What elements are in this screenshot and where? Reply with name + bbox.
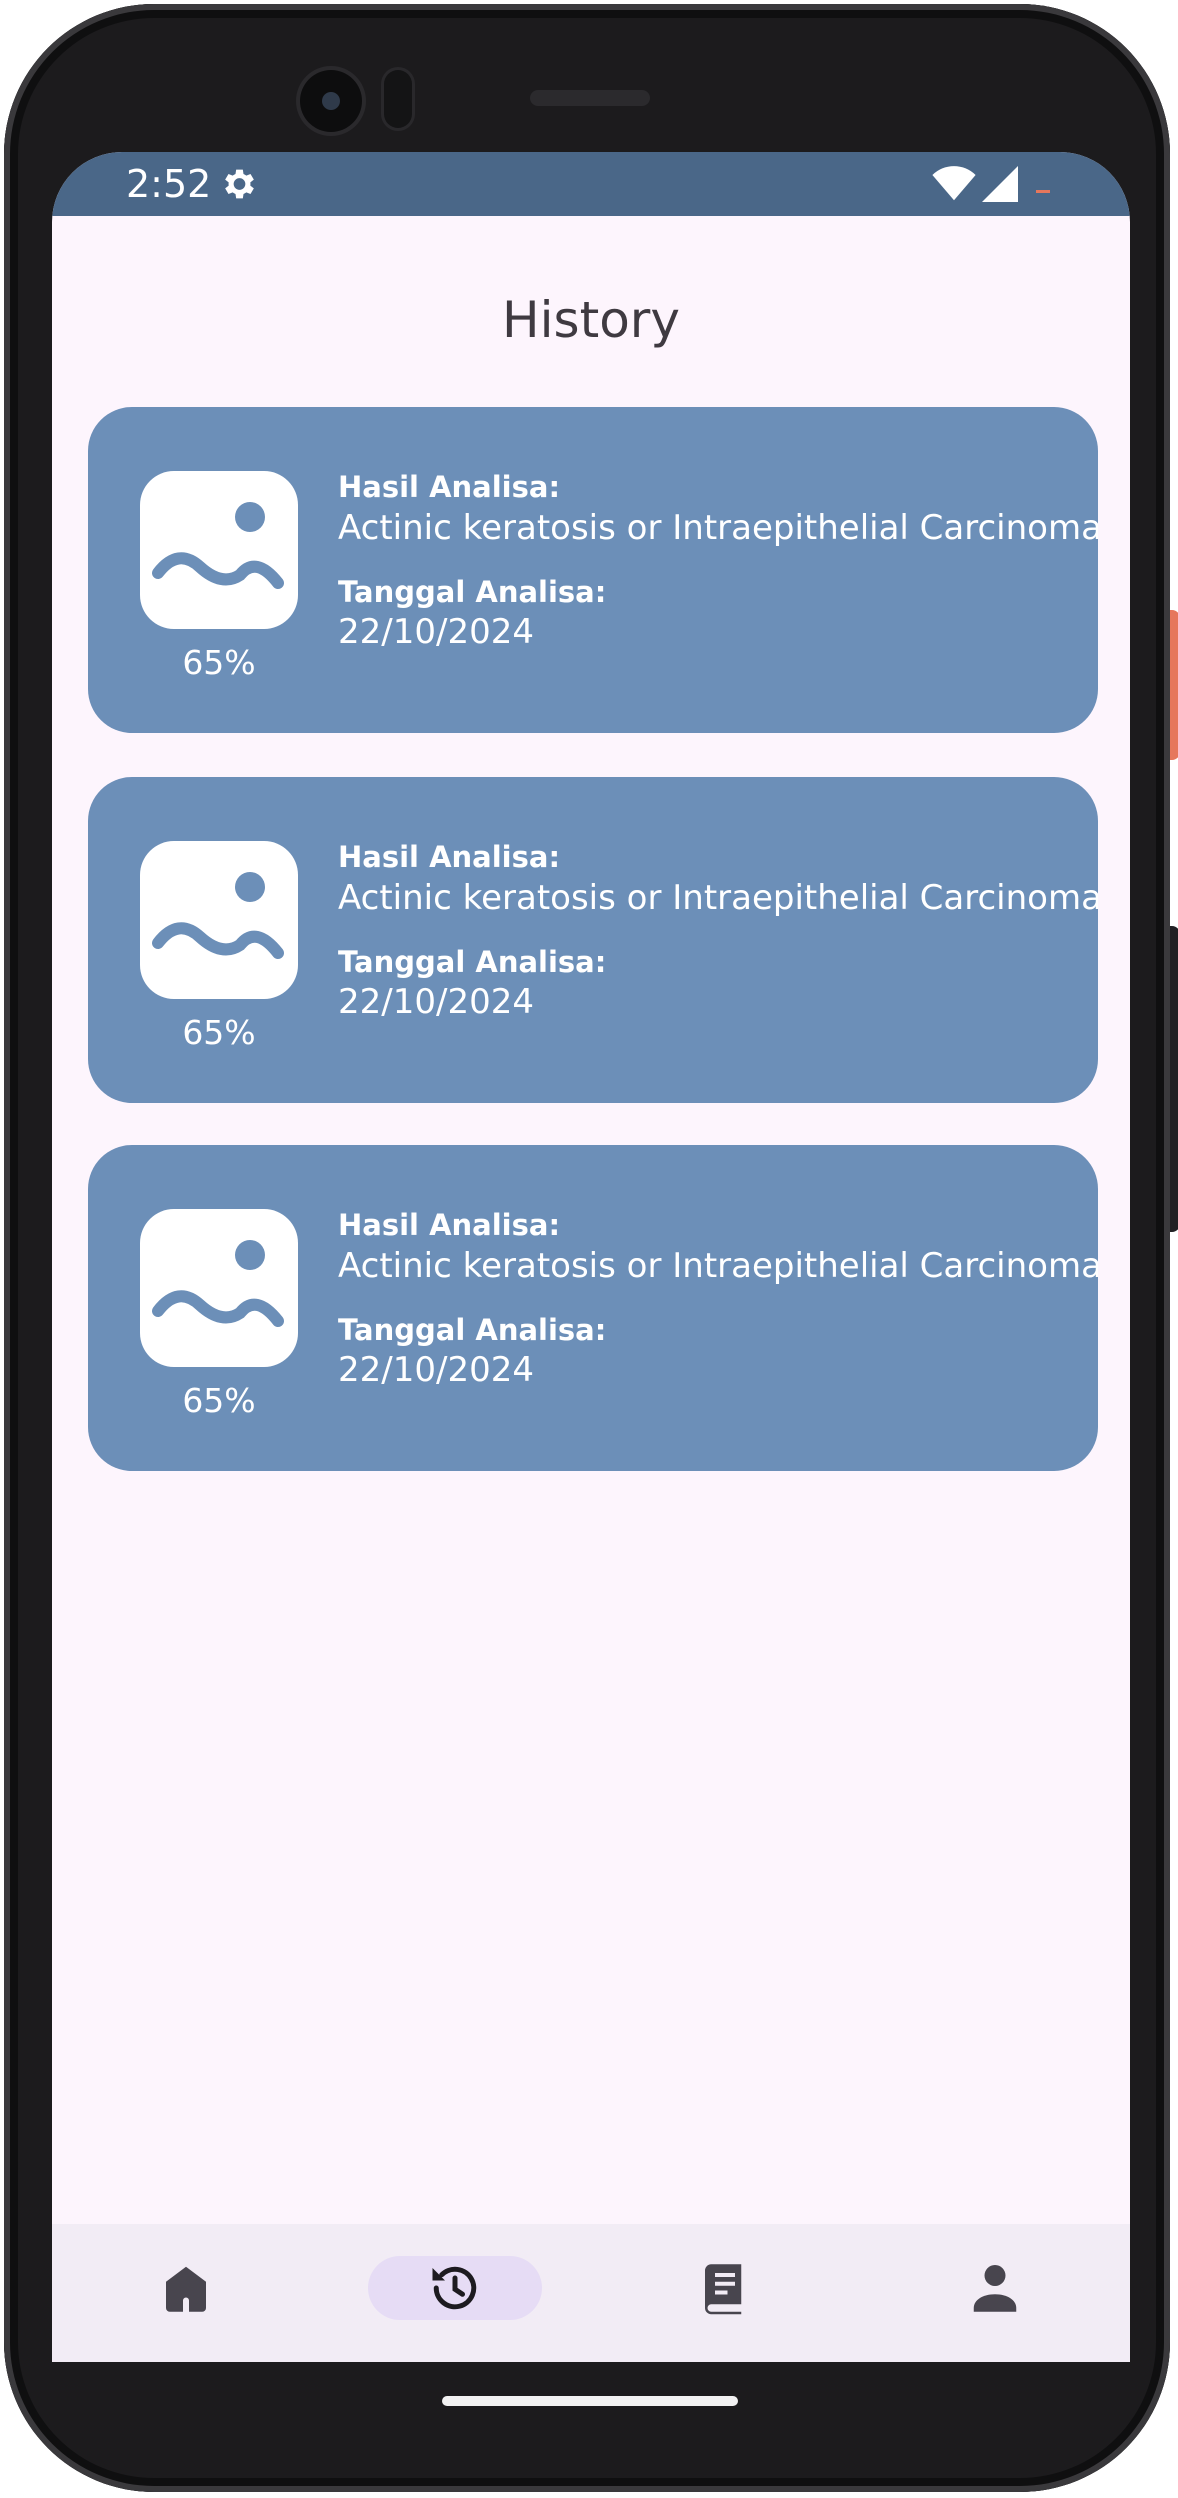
page-title: History [502, 291, 680, 349]
proximity-sensor [384, 70, 412, 128]
cell-signal-icon [982, 166, 1018, 202]
date-label: Tanggal Analisa: [338, 1313, 607, 1347]
date-value: 22/10/2024 [338, 982, 534, 1022]
result-value: Actinic keratosis or Intraepithelial Car… [338, 1246, 1098, 1286]
person-icon [973, 2265, 1017, 2312]
date-label: Tanggal Analisa: [338, 575, 607, 609]
volume-button [1170, 926, 1178, 1232]
confidence-value: 65% [182, 1013, 256, 1052]
image-placeholder-icon [140, 841, 298, 999]
book-icon [705, 2264, 742, 2315]
date-label: Tanggal Analisa: [338, 945, 607, 979]
status-time: 2:52 [126, 162, 212, 206]
history-card[interactable]: 65% Hasil Analisa: Actinic keratosis or … [88, 777, 1098, 1103]
wifi-icon [932, 166, 976, 201]
app-screen: 2:52 History 65% Hasil Analisa: Actinic … [52, 152, 1130, 2362]
result-value: Actinic keratosis or Intraepithelial Car… [338, 878, 1098, 918]
phone-frame: 2:52 History 65% Hasil Analisa: Actinic … [4, 4, 1178, 2492]
date-value: 22/10/2024 [338, 1350, 534, 1390]
battery-icon [1036, 190, 1050, 193]
nav-home[interactable] [99, 2224, 273, 2362]
result-value: Actinic keratosis or Intraepithelial Car… [338, 508, 1098, 548]
nav-history[interactable] [368, 2224, 542, 2362]
history-card[interactable]: 65% Hasil Analisa: Actinic keratosis or … [88, 1145, 1098, 1471]
gesture-navigation-bar[interactable] [442, 2396, 738, 2406]
image-placeholder-icon [140, 1209, 298, 1367]
gear-icon [225, 169, 254, 199]
result-label: Hasil Analisa: [338, 1208, 561, 1242]
confidence-value: 65% [182, 1381, 256, 1420]
history-card[interactable]: 65% Hasil Analisa: Actinic keratosis or … [88, 407, 1098, 733]
power-button [1170, 610, 1178, 760]
front-camera [300, 70, 362, 132]
status-bar: 2:52 [52, 152, 1130, 216]
nav-profile[interactable] [908, 2224, 1082, 2362]
confidence-value: 65% [182, 643, 256, 682]
nav-articles[interactable] [638, 2224, 812, 2362]
date-value: 22/10/2024 [338, 612, 534, 652]
bottom-navigation [52, 2224, 1130, 2362]
earpiece-speaker [530, 90, 650, 106]
history-icon [432, 2266, 477, 2310]
result-label: Hasil Analisa: [338, 470, 561, 504]
image-placeholder-icon [140, 471, 298, 629]
result-label: Hasil Analisa: [338, 840, 561, 874]
home-icon [166, 2266, 206, 2312]
